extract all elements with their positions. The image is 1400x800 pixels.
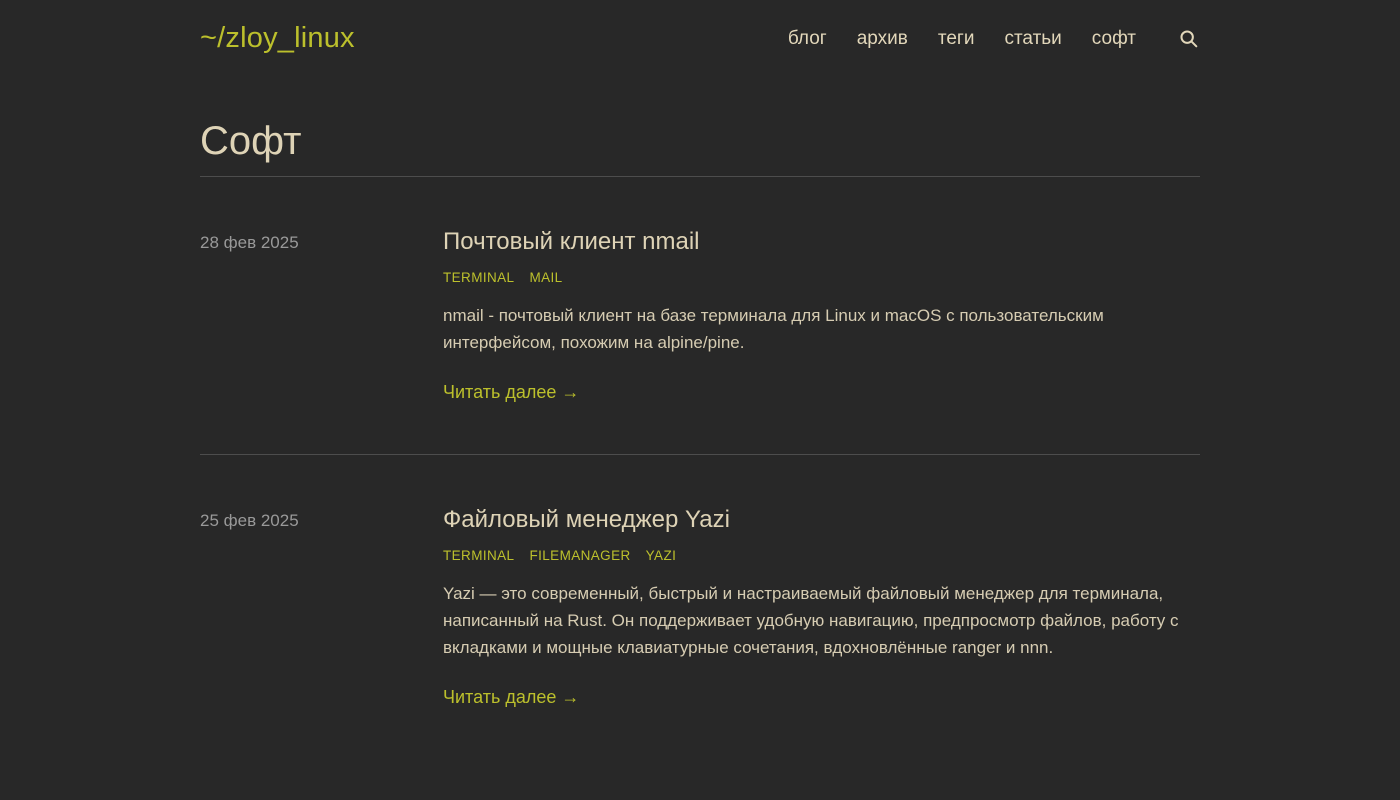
post-date: 25 фев 2025 bbox=[200, 506, 443, 708]
search-icon[interactable] bbox=[1178, 28, 1200, 50]
magnifier-icon-glyph bbox=[1178, 28, 1200, 50]
post-card: 25 фев 2025 Файловый менеджер Yazi TERMI… bbox=[200, 454, 1200, 759]
post-card: 28 фев 2025 Почтовый клиент nmail TERMIN… bbox=[200, 177, 1200, 454]
post-list: 28 фев 2025 Почтовый клиент nmail TERMIN… bbox=[200, 177, 1200, 759]
read-more-link[interactable]: Читать далее → bbox=[443, 382, 579, 403]
post-body: Файловый менеджер Yazi TERMINAL FILEMANA… bbox=[443, 506, 1200, 708]
post-title: Файловый менеджер Yazi bbox=[443, 506, 1200, 534]
site-logo[interactable]: ~/zloy_linux bbox=[200, 22, 355, 55]
post-tag[interactable]: MAIL bbox=[529, 270, 562, 285]
nav-item-tags[interactable]: теги bbox=[938, 28, 975, 50]
nav-item-blog[interactable]: блог bbox=[788, 28, 827, 50]
nav-item-soft[interactable]: софт bbox=[1092, 28, 1136, 50]
read-more-link[interactable]: Читать далее → bbox=[443, 687, 579, 708]
page-container: ~/zloy_linux блог архив теги статьи софт… bbox=[200, 0, 1200, 759]
main-nav: блог архив теги статьи софт bbox=[788, 28, 1200, 50]
post-title: Почтовый клиент nmail bbox=[443, 228, 1200, 256]
page-title: Софт bbox=[200, 119, 1200, 177]
post-tags: TERMINAL FILEMANAGER YAZI bbox=[443, 548, 1200, 563]
post-excerpt: nmail - почтовый клиент на базе терминал… bbox=[443, 302, 1183, 356]
post-tag[interactable]: TERMINAL bbox=[443, 548, 514, 563]
post-tag[interactable]: FILEMANAGER bbox=[529, 548, 630, 563]
post-tag[interactable]: YAZI bbox=[646, 548, 677, 563]
post-tag[interactable]: TERMINAL bbox=[443, 270, 514, 285]
nav-item-articles[interactable]: статьи bbox=[1004, 28, 1061, 50]
post-excerpt: Yazi — это современный, быстрый и настра… bbox=[443, 580, 1183, 661]
post-title-link[interactable]: Почтовый клиент nmail bbox=[443, 228, 700, 255]
post-body: Почтовый клиент nmail TERMINAL MAIL nmai… bbox=[443, 228, 1200, 403]
post-title-link[interactable]: Файловый менеджер Yazi bbox=[443, 506, 730, 533]
nav-item-archive[interactable]: архив bbox=[857, 28, 908, 50]
site-header: ~/zloy_linux блог архив теги статьи софт bbox=[200, 0, 1200, 55]
post-tags: TERMINAL MAIL bbox=[443, 270, 1200, 285]
post-date: 28 фев 2025 bbox=[200, 228, 443, 403]
